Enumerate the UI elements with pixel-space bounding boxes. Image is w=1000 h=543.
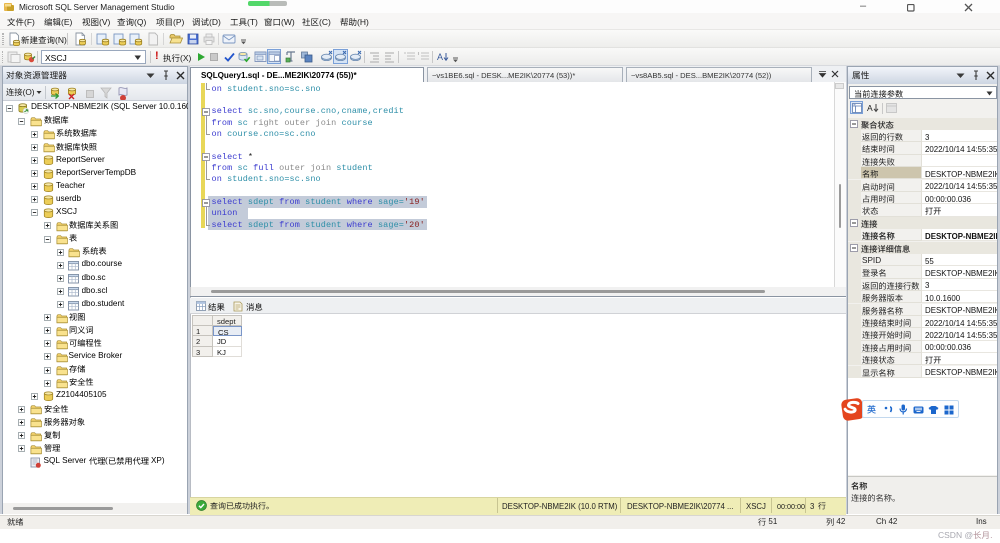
svg-text:A: A: [437, 52, 443, 62]
svg-text:A: A: [867, 103, 873, 113]
